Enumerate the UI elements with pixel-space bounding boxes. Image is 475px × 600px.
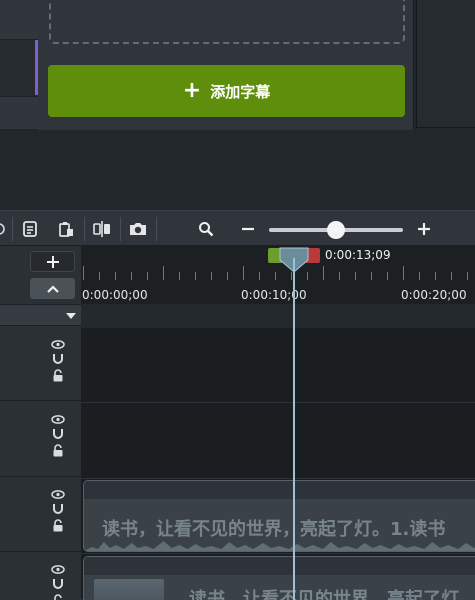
- track-header: [0, 326, 81, 401]
- left-strip: [0, 0, 38, 130]
- ruler-label: 0:00:00;00: [82, 288, 148, 302]
- ruler-tick: [83, 266, 84, 280]
- lock-icon[interactable]: [52, 369, 64, 382]
- lock-icon[interactable]: [52, 444, 64, 457]
- audio-waveform: [84, 541, 475, 551]
- ruler-tick: [275, 272, 276, 280]
- zoom-in-icon[interactable]: [411, 217, 437, 241]
- toolbar-separator: [120, 217, 121, 241]
- ruler-tick: [371, 272, 372, 280]
- track-options-dropdown[interactable]: [0, 304, 81, 326]
- media-clip[interactable]: 读书，让看不见的世界，亮起了灯。1.读书: [83, 480, 475, 552]
- track-header: [0, 477, 81, 552]
- chevron-down-icon: [66, 313, 76, 319]
- ruler-tick: [435, 272, 436, 280]
- ruler-tick: [259, 272, 260, 280]
- track-lane[interactable]: [81, 328, 475, 403]
- partial-icon[interactable]: [0, 217, 12, 241]
- left-strip-cell: [0, 0, 38, 40]
- ruler-tick: [115, 272, 116, 280]
- lock-icon[interactable]: [52, 519, 64, 532]
- toolbar-separator: [84, 217, 85, 241]
- ruler-tick: [163, 266, 164, 280]
- plus-icon: +: [182, 78, 202, 103]
- timeline-toolbar: [0, 210, 475, 246]
- paste-icon[interactable]: [53, 217, 79, 241]
- ruler-tick: [403, 266, 404, 280]
- lock-icon[interactable]: [52, 594, 64, 600]
- ruler-tick: [179, 272, 180, 280]
- track-lane[interactable]: [81, 403, 475, 479]
- playhead-time: 0:00:13;09: [325, 248, 391, 262]
- eye-icon[interactable]: [51, 565, 65, 574]
- ruler-tick: [323, 266, 324, 280]
- track-header: [0, 552, 81, 600]
- marker-strip[interactable]: [81, 304, 475, 328]
- track-controls: [48, 340, 68, 382]
- search-icon[interactable]: [193, 217, 219, 241]
- audio-icon[interactable]: [52, 577, 64, 591]
- plus-icon: [46, 255, 59, 268]
- track-controls: [48, 490, 68, 532]
- collapse-button[interactable]: [30, 278, 75, 299]
- chevron-up-icon: [46, 284, 59, 293]
- notes-icon[interactable]: [17, 217, 43, 241]
- properties-panel: [416, 0, 475, 128]
- camtasia-editor: + 添加字幕 0:00:00;00 0:00:10;00 0:00:20;00 …: [0, 0, 475, 600]
- add-track-button[interactable]: [30, 251, 75, 272]
- audio-icon[interactable]: [52, 427, 64, 441]
- media-clip[interactable]: 读书，让看不见的世界，亮起了灯: [83, 556, 475, 600]
- clip-header: [84, 557, 475, 575]
- add-caption-label: 添加字幕: [210, 82, 271, 101]
- ruler-tick: [131, 272, 132, 280]
- ruler-tick: [243, 266, 244, 280]
- audio-icon[interactable]: [52, 502, 64, 516]
- ruler-tick: [211, 272, 212, 280]
- split-icon[interactable]: [89, 217, 115, 241]
- ruler-tick: [227, 272, 228, 280]
- captions-panel: + 添加字幕: [38, 0, 414, 130]
- ruler-tick: [291, 272, 292, 280]
- track-header-controls: [0, 246, 81, 304]
- eye-icon[interactable]: [51, 340, 65, 349]
- clip-header: [84, 481, 475, 499]
- ruler-tick: [147, 272, 148, 280]
- ruler-ticks: [81, 266, 475, 280]
- track-headers: [0, 246, 81, 600]
- ruler-tick: [467, 272, 468, 280]
- snapshot-icon[interactable]: [125, 217, 151, 241]
- ruler-label: 0:00:10;00: [241, 288, 307, 302]
- zoom-slider-handle[interactable]: [327, 221, 345, 239]
- eye-icon[interactable]: [51, 490, 65, 499]
- ruler-tick: [355, 272, 356, 280]
- left-strip-cell-selected[interactable]: [0, 40, 38, 97]
- caption-drop-zone[interactable]: [49, 0, 405, 44]
- toolbar-separator: [156, 217, 157, 241]
- clip-title: 读书，让看不见的世界，亮起了灯: [189, 589, 459, 600]
- eye-icon[interactable]: [51, 415, 65, 424]
- ruler-tick: [339, 272, 340, 280]
- ruler-tick: [195, 272, 196, 280]
- track-controls: [48, 565, 68, 600]
- add-caption-button[interactable]: + 添加字幕: [48, 65, 405, 117]
- track-header: [0, 401, 81, 477]
- toolbar-separator: [12, 217, 13, 241]
- captions-area: + 添加字幕: [0, 0, 475, 210]
- clip-thumbnail: [94, 579, 164, 600]
- zoom-out-icon[interactable]: [235, 217, 261, 241]
- left-strip-cell: [0, 97, 38, 130]
- ruler-tick: [387, 272, 388, 280]
- ruler-label: 0:00:20;00: [401, 288, 467, 302]
- ruler-tick: [451, 272, 452, 280]
- ruler-tick: [99, 272, 100, 280]
- track-controls: [48, 415, 68, 457]
- ruler-tick: [307, 272, 308, 280]
- playhead-line: [293, 258, 295, 600]
- audio-icon[interactable]: [52, 352, 64, 366]
- ruler-tick: [419, 272, 420, 280]
